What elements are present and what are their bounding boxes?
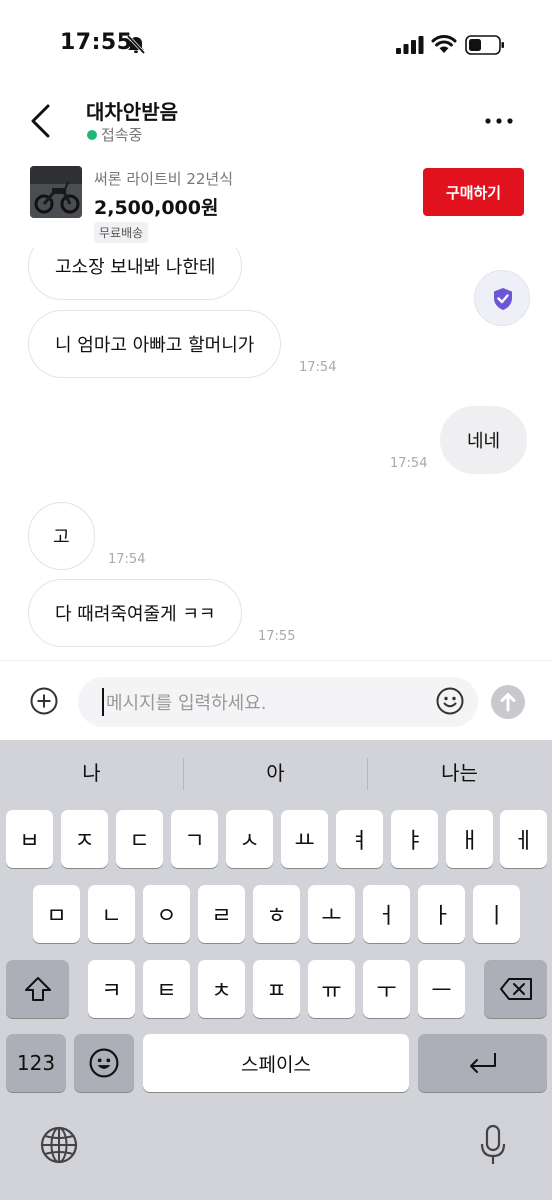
key[interactable]: ㅈ	[61, 810, 108, 868]
shift-icon	[24, 977, 51, 1001]
key[interactable]: ㅛ	[281, 810, 328, 868]
status-bar: 17:55	[0, 0, 552, 90]
message-list[interactable]: 고소장 보내봐 나한테 니 엄마고 아빠고 할머니가 17:54 네네 17:5…	[0, 248, 552, 660]
key[interactable]: ㅇ	[143, 885, 190, 943]
message-time: 17:55	[258, 629, 296, 644]
backspace-icon	[499, 978, 532, 1000]
bell-slash-icon	[126, 34, 146, 54]
key[interactable]: ㅓ	[363, 885, 410, 943]
emoji-keyboard-icon	[89, 1048, 119, 1078]
shield-check-icon	[494, 288, 512, 310]
back-arrow-icon[interactable]	[28, 104, 54, 138]
product-price: 2,500,000원	[94, 197, 219, 219]
product-name: 써론 라이트비 22년식	[94, 170, 234, 188]
return-icon	[469, 1053, 496, 1073]
online-status-text: 접속중	[101, 126, 143, 144]
battery-icon	[465, 35, 504, 55]
key[interactable]: ㅌ	[143, 960, 190, 1018]
status-time: 17:55	[60, 30, 133, 55]
message-bubble-mine[interactable]: 네네	[440, 406, 528, 474]
key[interactable]: ㅅ	[226, 810, 273, 868]
message-bubble[interactable]: 다 때려죽여줄게 ㅋㅋ	[28, 579, 243, 647]
key[interactable]: ㅔ	[500, 810, 547, 868]
suggestion-3[interactable]: 나는	[368, 756, 551, 790]
key[interactable]: ㄴ	[88, 885, 135, 943]
key[interactable]: ㅑ	[391, 810, 438, 868]
product-info[interactable]: 써론 라이트비 22년식 2,500,000원 무료배송 구매하기	[0, 160, 552, 248]
backspace-key[interactable]	[484, 960, 547, 1018]
message-bubble[interactable]: 니 엄마고 아빠고 할머니가	[28, 310, 282, 378]
more-options-icon[interactable]	[484, 116, 514, 126]
buy-button[interactable]: 구매하기	[423, 168, 524, 216]
key[interactable]: ㅋ	[88, 960, 135, 1018]
emoji-icon[interactable]	[436, 687, 464, 715]
key[interactable]: ㄹ	[198, 885, 245, 943]
plus-circle-icon[interactable]	[30, 687, 58, 715]
message-bubble[interactable]: 고소장 보내봐 나한테	[28, 248, 243, 300]
space-key[interactable]: 스페이스	[143, 1034, 409, 1092]
key[interactable]: ㅜ	[363, 960, 410, 1018]
emoji-key[interactable]	[74, 1034, 134, 1092]
text-cursor	[102, 688, 104, 716]
product-thumbnail[interactable]	[30, 166, 82, 218]
shift-key[interactable]	[6, 960, 69, 1018]
key[interactable]: ㄷ	[116, 810, 163, 868]
key[interactable]: ㅣ	[473, 885, 520, 943]
message-time: 17:54	[108, 552, 146, 567]
keyboard: 나 아 나는 ㅂ ㅈ ㄷ ㄱ ㅅ ㅛ ㅕ ㅑ ㅐ ㅔ ㅁ ㄴ ㅇ ㄹ ㅎ ㅗ ㅓ…	[0, 740, 552, 1200]
key[interactable]: ㅎ	[253, 885, 300, 943]
suggestion-1[interactable]: 나	[0, 756, 183, 790]
key[interactable]: ㅐ	[446, 810, 493, 868]
key[interactable]: ㅂ	[6, 810, 53, 868]
key[interactable]: ㄱ	[171, 810, 218, 868]
chat-header: 대차안받음 접속중	[0, 90, 552, 154]
send-arrow-icon[interactable]	[491, 685, 525, 719]
message-time: 17:54	[299, 360, 337, 375]
suggestion-2[interactable]: 아	[184, 756, 367, 790]
message-time: 17:54	[390, 456, 428, 471]
key[interactable]: ㅁ	[33, 885, 80, 943]
key[interactable]: ㅡ	[418, 960, 465, 1018]
online-status-dot	[87, 130, 97, 140]
key[interactable]: ㅠ	[308, 960, 355, 1018]
wifi-icon	[431, 34, 457, 53]
key[interactable]: ㅗ	[308, 885, 355, 943]
return-key[interactable]	[418, 1034, 547, 1092]
key[interactable]: ㅊ	[198, 960, 245, 1018]
globe-icon[interactable]	[40, 1126, 78, 1164]
message-bubble[interactable]: 고	[28, 502, 95, 570]
microphone-icon[interactable]	[478, 1124, 508, 1166]
numbers-key[interactable]: 123	[6, 1034, 66, 1092]
key[interactable]: ㅍ	[253, 960, 300, 1018]
free-shipping-badge: 무료배송	[94, 222, 149, 243]
signal-icon	[396, 36, 424, 54]
chat-title: 대차안받음	[86, 100, 178, 124]
key[interactable]: ㅏ	[418, 885, 465, 943]
message-input-placeholder: 메시지를 입력하세요.	[106, 693, 267, 714]
message-input-bar: 메시지를 입력하세요.	[0, 660, 552, 740]
key[interactable]: ㅕ	[336, 810, 383, 868]
safety-shield-button[interactable]	[474, 270, 530, 326]
